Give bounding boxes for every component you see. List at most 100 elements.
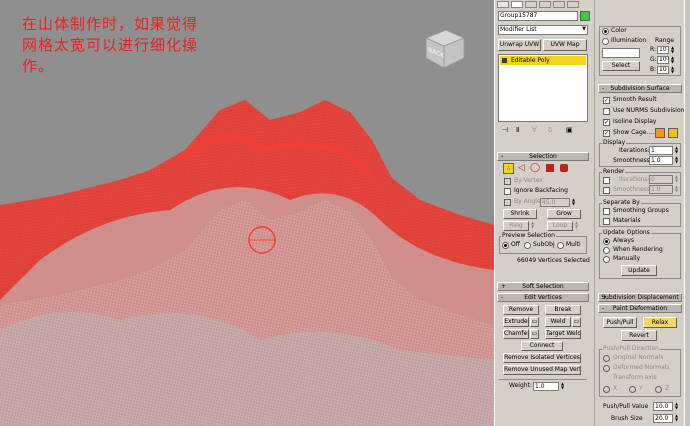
render-iterations-checkbox[interactable] [603,177,610,184]
g-field[interactable]: 10 [657,56,669,64]
unwrap-uvw-button[interactable]: Unwrap UVW [498,39,541,51]
materials-checkbox[interactable] [603,218,610,225]
by-vertex-checkbox[interactable] [504,178,511,185]
push-pull-value-spinner[interactable]: ▲ ▼ [674,402,679,411]
weld-settings-icon[interactable]: ▭ [572,317,581,327]
by-angle-checkbox[interactable] [504,199,511,206]
illumination-radio[interactable] [602,38,609,45]
shrink-button[interactable]: Shrink [503,209,537,219]
by-angle-field[interactable]: 45.0 [540,198,570,207]
deformed-normals-radio[interactable] [603,365,610,372]
polygon-mode-icon[interactable] [546,164,554,172]
color-radio[interactable] [602,28,609,35]
b-spinner[interactable]: ▲ ▼ [670,66,675,74]
extrude-settings-icon[interactable]: ▭ [530,317,539,327]
r-spinner[interactable]: ▲ ▼ [670,46,675,54]
remove-isolated-vertices-button[interactable]: Remove Isolated Vertices [503,353,581,363]
grow-button[interactable]: Grow [547,209,581,219]
modifier-list-dropdown[interactable]: Modifier List ▼ [498,25,588,35]
by-angle-spinner[interactable]: ▲ ▼ [571,198,576,207]
edge-mode-icon[interactable]: ◁ [518,163,525,173]
r-field[interactable]: 10 [657,46,669,54]
panel-scrollbar[interactable] [684,0,690,426]
always-radio[interactable] [603,238,610,245]
iterations-spinner[interactable]: ▲ ▼ [674,146,679,155]
select-button[interactable]: Select [602,61,640,71]
remove-button[interactable]: Remove [503,305,539,315]
smoothing-groups-checkbox[interactable] [603,208,610,215]
display-tab-icon[interactable] [553,1,565,8]
render-smoothness-field[interactable]: 1.0 [649,185,673,194]
iterations-field[interactable]: 1 [649,146,673,155]
render-smoothness-checkbox[interactable] [603,187,610,194]
preview-off-radio[interactable] [502,242,509,249]
push-pull-value-field[interactable]: 10.0 [653,402,673,411]
object-color-swatch[interactable] [580,11,590,21]
extrude-button[interactable]: Extrude [503,317,529,327]
smoothness-spinner[interactable]: ▲ ▼ [674,156,679,165]
chamfer-button[interactable]: Chamfer [503,329,529,339]
when-rendering-radio[interactable] [603,247,610,254]
relax-button[interactable]: Relax [643,317,677,328]
axis-z-radio[interactable] [655,386,662,393]
object-name-field[interactable]: Group15787 [498,11,578,21]
break-button[interactable]: Break [545,305,581,315]
motion-tab-icon[interactable] [539,1,551,8]
element-mode-icon[interactable] [560,164,568,172]
axis-y-radio[interactable] [629,386,636,393]
utilities-tab-icon[interactable] [567,1,579,8]
command-panel-tabs[interactable] [497,1,593,9]
use-nurms-checkbox[interactable] [603,108,610,115]
perspective-viewport[interactable]: 在山体制作时，如果觉得 网格太宽可以进行细化操 作。 BACK [0,0,494,426]
vertex-mode-icon[interactable]: ∴ [503,163,514,174]
cage-color-swatch-1[interactable] [655,128,665,138]
b-field[interactable]: 10 [657,66,669,74]
modifier-stack[interactable]: Editable Poly [498,54,588,122]
edit-vertices-rollout-header[interactable]: - Edit Vertices [497,293,589,302]
pin-stack-icon[interactable]: ⊣ [502,126,508,134]
ring-spinner[interactable]: ▲ ▼ [530,221,535,230]
show-cage-checkbox[interactable]: ✓ [603,130,610,137]
uvw-map-button[interactable]: UVW Map [543,39,587,51]
render-iterations-field[interactable]: 0 [649,175,673,184]
border-mode-icon[interactable]: ◯ [530,163,540,173]
preview-subobj-radio[interactable] [524,242,531,249]
g-spinner[interactable]: ▲ ▼ [670,56,675,64]
configure-modifier-sets-icon[interactable]: ▣ [566,126,573,134]
weight-spinner[interactable]: ▲ ▼ [560,382,565,391]
update-button[interactable]: Update [621,265,657,276]
modify-tab-icon[interactable] [511,1,523,8]
axis-x-radio[interactable] [603,386,610,393]
cage-color-swatch-2[interactable] [668,128,678,138]
manually-radio[interactable] [603,256,610,263]
render-smoothness-spinner[interactable]: ▲ ▼ [674,185,679,194]
loop-spinner[interactable]: ▲ ▼ [574,221,579,230]
color-swatch[interactable] [602,48,640,58]
original-normals-radio[interactable] [603,355,610,362]
selection-rollout-header[interactable]: - Selection [497,152,589,161]
hierarchy-tab-icon[interactable] [525,1,537,8]
ignore-backfacing-checkbox[interactable] [504,188,511,195]
expand-icon[interactable] [502,58,507,63]
stack-item-editable-poly[interactable]: Editable Poly [500,56,586,65]
create-tab-icon[interactable] [497,1,509,8]
subdivision-surface-rollout-header[interactable]: - Subdivision Surface [598,84,682,93]
subdivision-displacement-rollout-header[interactable]: + Subdivision Displacement [598,293,682,302]
brush-size-field[interactable]: 20.0 [653,414,673,423]
weld-button[interactable]: Weld [545,317,571,327]
target-weld-button[interactable]: Target Weld [545,329,581,339]
viewcube[interactable]: BACK [420,26,468,70]
weight-field[interactable]: 1.0 [533,382,559,391]
brush-size-spinner[interactable]: ▲ ▼ [674,414,679,423]
isoline-display-checkbox[interactable]: ✓ [603,119,610,126]
smooth-result-checkbox[interactable]: ✓ [603,97,610,104]
revert-button[interactable]: Revert [621,330,657,341]
remove-unused-map-verts-button[interactable]: Remove Unused Map Verts [503,365,581,375]
show-end-result-icon[interactable]: Ⅱ [516,126,519,134]
remove-modifier-icon[interactable]: δ [548,126,552,134]
render-iterations-spinner[interactable]: ▲ ▼ [674,175,679,184]
smoothness-field[interactable]: 1.0 [649,156,673,165]
loop-button[interactable]: Loop [547,221,573,231]
push-pull-button[interactable]: Push/Pull [603,317,637,328]
connect-button[interactable]: Connect [521,341,563,351]
